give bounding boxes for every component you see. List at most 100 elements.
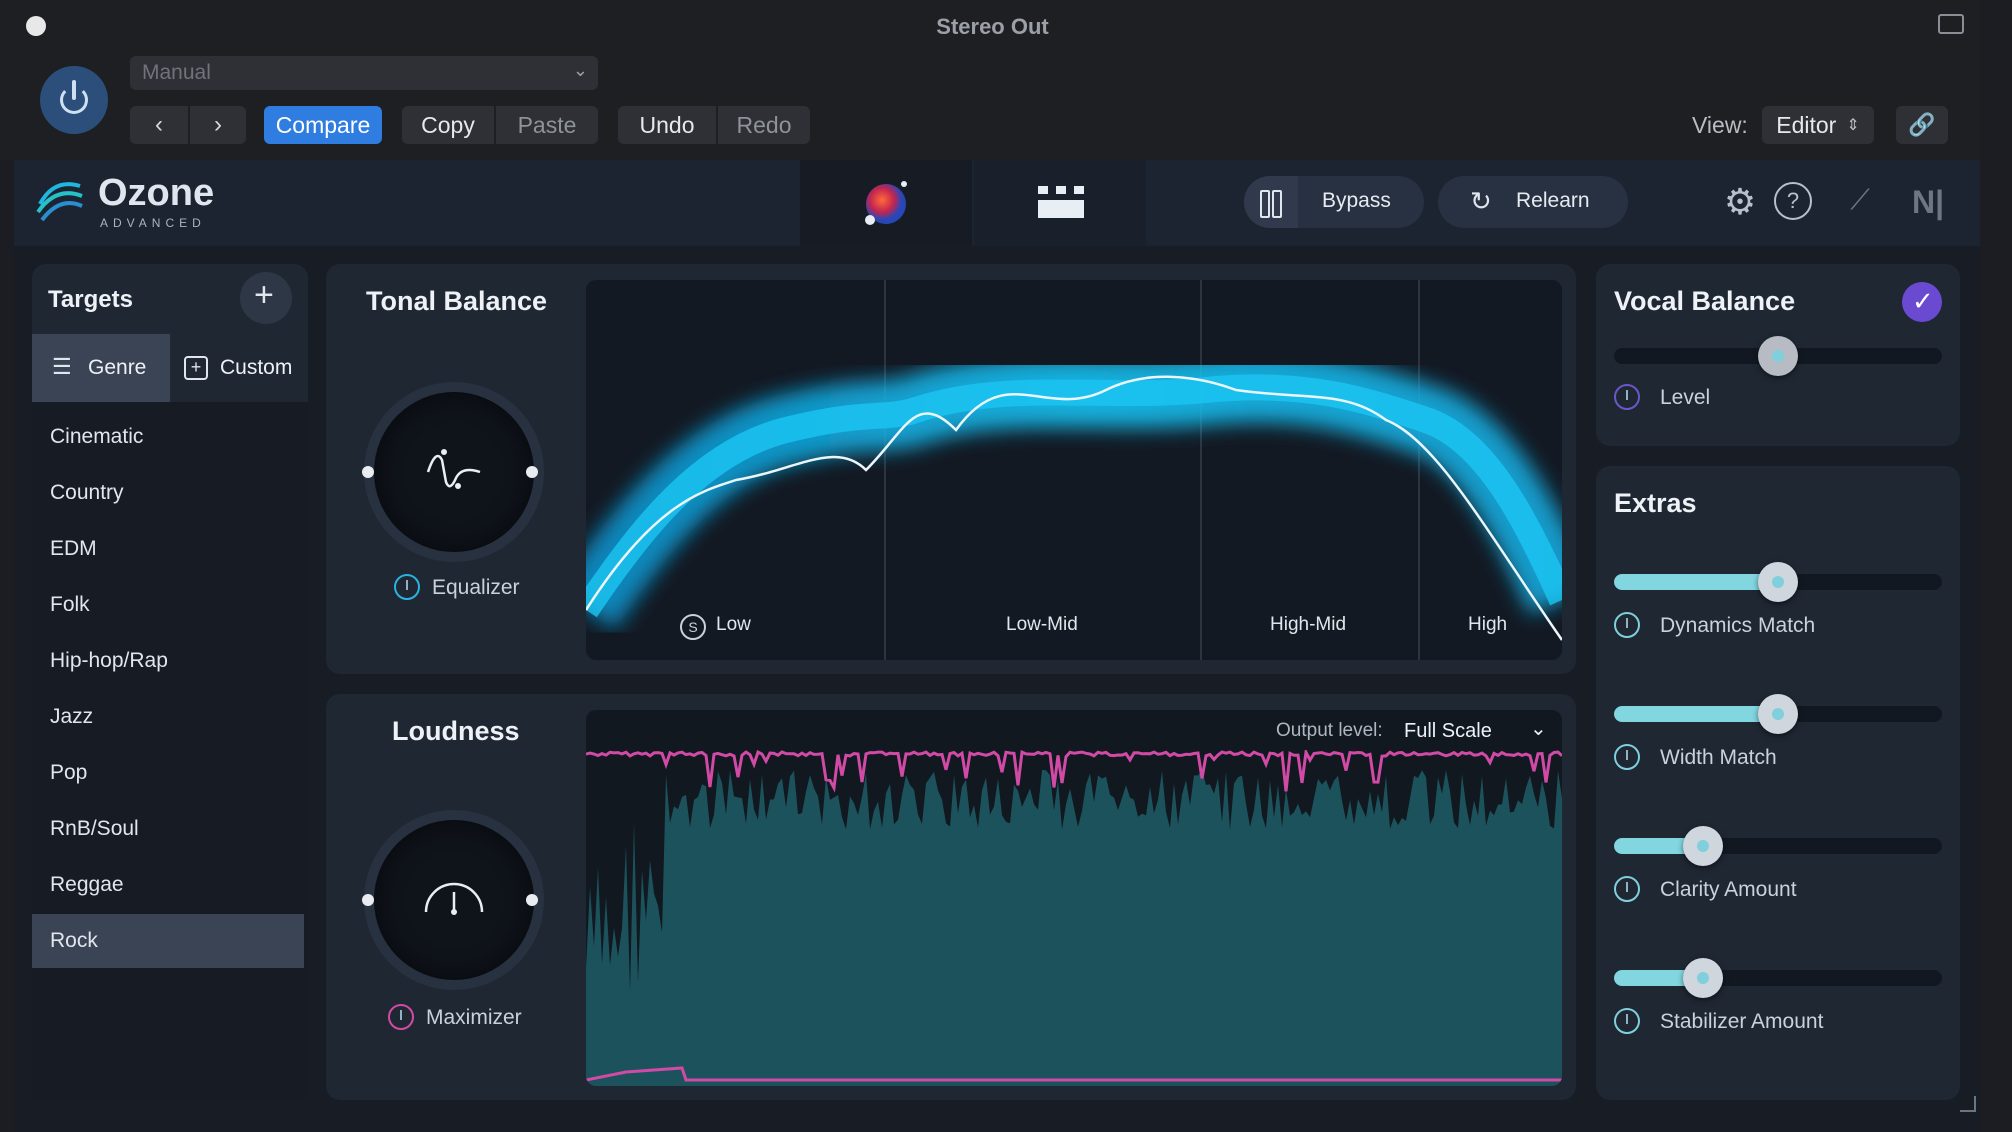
band-label-low-mid: Low-Mid bbox=[1006, 614, 1078, 635]
host-window-bar: Stereo Out Manual ⌄ ‹ › Compare Copy Pas… bbox=[0, 0, 1980, 160]
extras-panel: Extras Dynamics Match Width Match Clarit… bbox=[1596, 466, 1960, 1100]
tab-genre-label: Genre bbox=[88, 356, 147, 379]
relearn-button[interactable]: ↻ Relearn bbox=[1438, 176, 1628, 228]
list-item[interactable]: Country bbox=[32, 466, 304, 520]
maximizer-knob[interactable] bbox=[374, 820, 534, 980]
dynamics-match-label: Dynamics Match bbox=[1660, 614, 1816, 637]
preset-value: Manual bbox=[142, 61, 211, 84]
dynamics-match-slider[interactable] bbox=[1614, 562, 1942, 602]
tonal-balance-title: Tonal Balance bbox=[366, 286, 548, 316]
prev-preset-button[interactable]: ‹ bbox=[130, 106, 188, 144]
tonal-balance-panel: Tonal Balance Equalizer S Low Low-Mid Hi… bbox=[326, 264, 1576, 674]
redo-button[interactable]: Redo bbox=[718, 106, 810, 144]
next-preset-button[interactable]: › bbox=[190, 106, 246, 144]
equalizer-power-icon[interactable] bbox=[394, 574, 420, 600]
knob-min-dot bbox=[362, 894, 374, 906]
list-item[interactable]: Pop bbox=[32, 746, 304, 800]
picture-in-picture-icon[interactable] bbox=[1938, 14, 1964, 34]
view-value: Editor bbox=[1776, 111, 1837, 138]
copy-button[interactable]: Copy bbox=[402, 106, 494, 144]
targets-title: Targets bbox=[48, 286, 133, 313]
chevron-left-icon: ‹ bbox=[155, 111, 163, 138]
vocal-balance-panel: Vocal Balance ✓ Level bbox=[1596, 264, 1960, 446]
stabilizer-amount-slider[interactable] bbox=[1614, 958, 1942, 998]
refresh-icon: ↻ bbox=[1470, 186, 1492, 216]
targets-panel: Targets + ☰ Genre + Custom Cinematic Cou… bbox=[32, 264, 308, 1102]
band-label-low: Low bbox=[716, 614, 751, 635]
power-button[interactable] bbox=[40, 66, 108, 134]
updown-chevron-icon: ⇕ bbox=[1846, 117, 1860, 134]
list-item[interactable]: Hip-hop/Rap bbox=[32, 634, 304, 688]
slider-thumb[interactable] bbox=[1758, 562, 1798, 602]
knob-max-dot bbox=[526, 894, 538, 906]
equalizer-knob[interactable] bbox=[374, 392, 534, 552]
list-item[interactable]: Jazz bbox=[32, 690, 304, 744]
plus-icon: + bbox=[254, 276, 274, 314]
slider-thumb[interactable] bbox=[1758, 694, 1798, 734]
stabilizer-amount-power-icon[interactable] bbox=[1614, 1008, 1640, 1034]
dynamics-match-power-icon[interactable] bbox=[1614, 612, 1640, 638]
loudness-waveform bbox=[586, 750, 1562, 1086]
list-icon: ☰ bbox=[52, 354, 72, 379]
assistant-view-tab[interactable] bbox=[800, 160, 972, 246]
link-button[interactable]: 🔗 bbox=[1896, 106, 1948, 144]
solo-badge[interactable]: S bbox=[680, 614, 706, 640]
list-item[interactable]: Reggae bbox=[32, 858, 304, 912]
genre-list: Cinematic Country EDM Folk Hip-hop/Rap J… bbox=[32, 402, 308, 1102]
assistant-orb-icon bbox=[865, 181, 907, 225]
width-match-power-icon[interactable] bbox=[1614, 744, 1640, 770]
vocal-level-slider[interactable] bbox=[1614, 336, 1942, 376]
slider-thumb[interactable] bbox=[1682, 826, 1723, 866]
slider-thumb[interactable] bbox=[1758, 336, 1798, 376]
level-power-icon[interactable] bbox=[1614, 384, 1640, 410]
vocal-balance-title: Vocal Balance bbox=[1614, 286, 1796, 316]
tonal-curve bbox=[586, 352, 1562, 641]
add-target-button[interactable]: + bbox=[240, 272, 292, 324]
output-level-value: Full Scale bbox=[1404, 720, 1492, 742]
relearn-label: Relearn bbox=[1516, 189, 1590, 212]
extras-title: Extras bbox=[1614, 488, 1697, 518]
knob-min-dot bbox=[362, 466, 374, 478]
width-match-slider[interactable] bbox=[1614, 694, 1942, 734]
tab-genre[interactable]: ☰ Genre bbox=[32, 334, 170, 402]
help-icon[interactable]: ? bbox=[1774, 182, 1812, 220]
list-item[interactable]: Folk bbox=[32, 578, 304, 632]
loudness-panel: Loudness Maximizer Output level: Full Sc… bbox=[326, 694, 1576, 1100]
stabilizer-amount-label: Stabilizer Amount bbox=[1660, 1010, 1824, 1033]
clarity-amount-slider[interactable] bbox=[1614, 826, 1942, 866]
grid-modules-icon bbox=[1038, 186, 1084, 218]
level-label: Level bbox=[1660, 386, 1711, 409]
output-level-select[interactable]: Full Scale ⌄ bbox=[1404, 716, 1554, 750]
link-icon: 🔗 bbox=[1908, 112, 1936, 137]
list-item[interactable]: EDM bbox=[32, 522, 304, 576]
list-item-selected[interactable]: Rock bbox=[32, 914, 304, 968]
tab-custom[interactable]: + Custom bbox=[170, 334, 308, 402]
preset-select[interactable]: Manual ⌄ bbox=[130, 56, 598, 90]
modules-view-tab[interactable] bbox=[974, 160, 1146, 246]
list-item[interactable]: RnB/Soul bbox=[32, 802, 304, 856]
maximizer-power-icon[interactable] bbox=[388, 1004, 414, 1030]
check-icon: ✓ bbox=[1912, 286, 1934, 316]
ozone-logo-subtitle: ADVANCED bbox=[100, 216, 206, 230]
gauge-icon bbox=[424, 882, 484, 915]
paste-button[interactable]: Paste bbox=[496, 106, 598, 144]
slider-thumb[interactable] bbox=[1682, 958, 1723, 998]
chevron-right-icon: › bbox=[214, 111, 222, 138]
vocal-balance-check[interactable]: ✓ bbox=[1902, 282, 1942, 322]
equalizer-label: Equalizer bbox=[432, 576, 520, 599]
loudness-graph: Output level: Full Scale ⌄ bbox=[586, 710, 1562, 1086]
bypass-button[interactable]: Bypass bbox=[1244, 176, 1424, 228]
output-level-label: Output level: bbox=[1276, 720, 1383, 741]
clarity-amount-label: Clarity Amount bbox=[1660, 878, 1797, 901]
compare-button[interactable]: Compare bbox=[264, 106, 382, 144]
gear-icon[interactable]: ⚙ bbox=[1720, 182, 1760, 222]
add-custom-icon: + bbox=[184, 356, 208, 380]
window-title: Stereo Out bbox=[936, 14, 1049, 39]
undo-button[interactable]: Undo bbox=[618, 106, 716, 144]
list-item[interactable]: Cinematic bbox=[32, 410, 304, 464]
clarity-amount-power-icon[interactable] bbox=[1614, 876, 1640, 902]
view-select[interactable]: Editor ⇕ bbox=[1762, 106, 1874, 144]
resize-handle-icon[interactable] bbox=[1960, 1096, 1976, 1112]
slider-fill bbox=[1614, 706, 1778, 722]
width-match-label: Width Match bbox=[1660, 746, 1777, 769]
